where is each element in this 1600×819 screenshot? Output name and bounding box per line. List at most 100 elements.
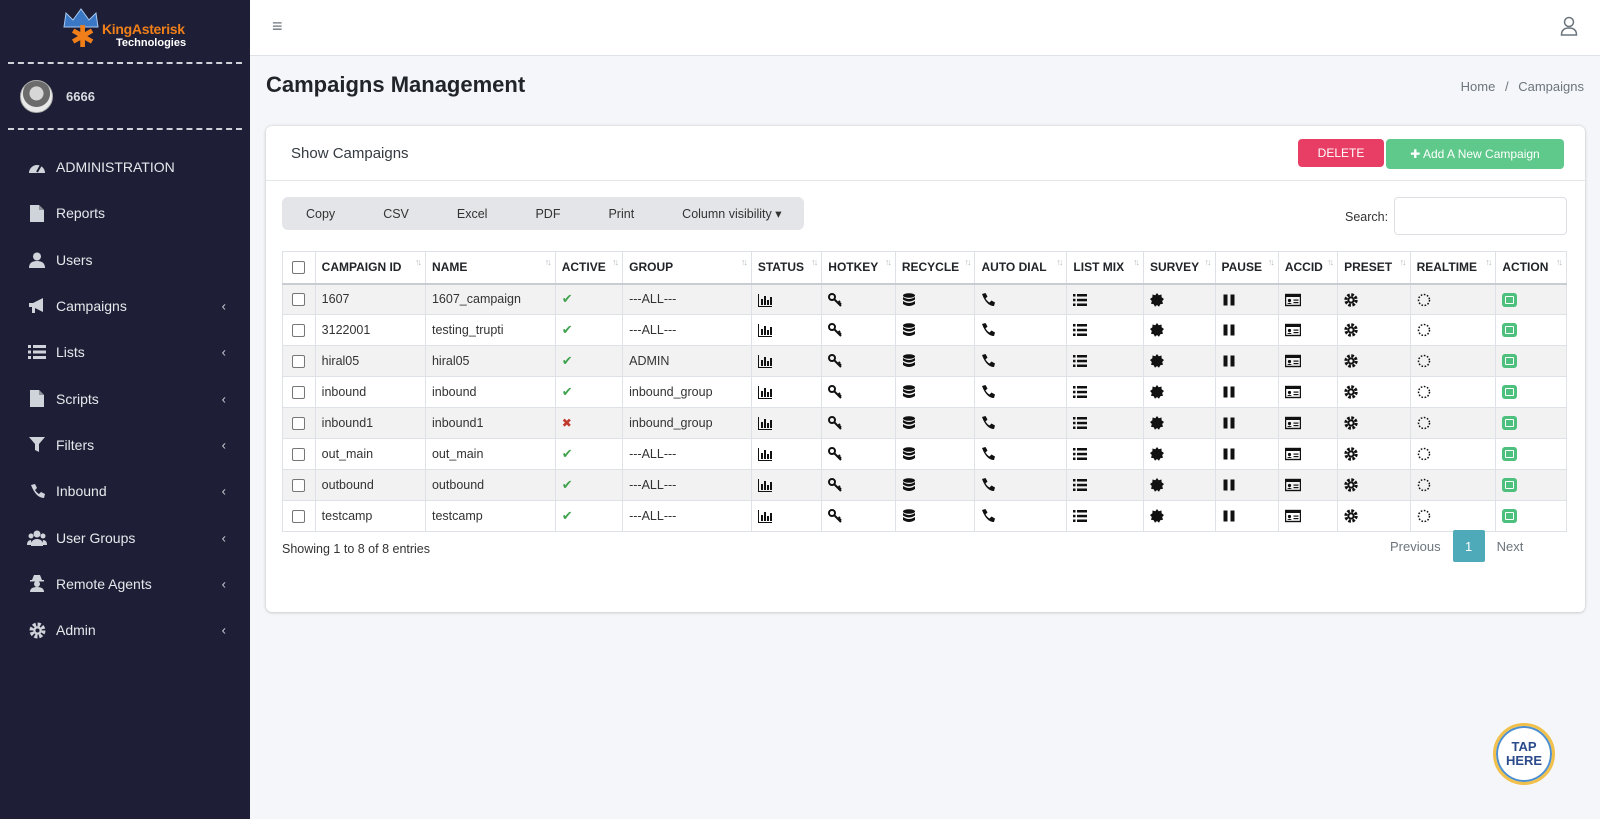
list-icon[interactable] — [1073, 323, 1088, 338]
column-header-accid[interactable]: ACCID ↑↓ — [1277, 251, 1339, 285]
spinner-icon[interactable] — [1417, 354, 1431, 369]
list-icon[interactable] — [1073, 509, 1088, 524]
hamburger-menu-icon[interactable]: ≡ — [272, 16, 283, 37]
spinner-icon[interactable] — [1417, 323, 1431, 338]
row-checkbox[interactable] — [292, 510, 306, 524]
gear-icon[interactable] — [1344, 292, 1358, 307]
spinner-icon[interactable] — [1417, 509, 1431, 524]
gear-icon[interactable] — [1344, 478, 1358, 493]
sort-icon[interactable]: ↑↓ — [1327, 257, 1334, 267]
column-header-preset[interactable]: PRESET ↑↓ — [1337, 251, 1411, 285]
id-card-icon[interactable] — [1284, 323, 1301, 338]
database-icon[interactable] — [902, 478, 916, 493]
avatar[interactable] — [20, 79, 53, 113]
database-icon[interactable] — [902, 509, 916, 524]
edit-icon[interactable] — [1502, 478, 1518, 493]
csv-button[interactable]: CSV — [359, 207, 433, 221]
sort-icon[interactable]: ↑↓ — [1133, 257, 1140, 267]
sidebar-item-reports[interactable]: Reports — [0, 190, 250, 236]
sidebar-item-remote-agents[interactable]: Remote Agents ‹ — [0, 561, 250, 607]
copy-button[interactable]: Copy — [282, 207, 359, 221]
phone-icon[interactable] — [981, 447, 996, 462]
pause-icon[interactable] — [1222, 509, 1236, 524]
row-checkbox[interactable] — [292, 355, 306, 369]
search-input[interactable] — [1394, 197, 1567, 235]
database-icon[interactable] — [902, 385, 916, 400]
row-checkbox[interactable] — [292, 293, 306, 307]
database-icon[interactable] — [902, 292, 916, 307]
delete-button[interactable]: DELETE — [1298, 139, 1384, 167]
pdf-button[interactable]: PDF — [511, 207, 584, 221]
gear-icon[interactable] — [1344, 385, 1358, 400]
sidebar-item-lists[interactable]: Lists ‹ — [0, 329, 250, 375]
bar-chart-icon[interactable] — [757, 478, 772, 493]
list-icon[interactable] — [1073, 447, 1088, 462]
phone-icon[interactable] — [981, 385, 996, 400]
row-checkbox[interactable] — [292, 386, 306, 400]
user-name[interactable]: 6666 — [66, 89, 95, 104]
phone-icon[interactable] — [981, 354, 996, 369]
pause-icon[interactable] — [1222, 385, 1236, 400]
edit-icon[interactable] — [1502, 323, 1518, 338]
edit-icon[interactable] — [1502, 354, 1518, 369]
key-icon[interactable] — [828, 354, 842, 369]
pause-icon[interactable] — [1222, 292, 1236, 307]
print-button[interactable]: Print — [584, 207, 658, 221]
edit-icon[interactable] — [1502, 385, 1518, 400]
survey-badge-icon[interactable] — [1150, 292, 1165, 307]
survey-badge-icon[interactable] — [1150, 478, 1165, 493]
database-icon[interactable] — [902, 323, 916, 338]
pause-icon[interactable] — [1222, 478, 1236, 493]
sort-icon[interactable]: ↑↓ — [1205, 257, 1212, 267]
bar-chart-icon[interactable] — [757, 385, 772, 400]
sort-icon[interactable]: ↑↓ — [811, 257, 818, 267]
pause-icon[interactable] — [1222, 447, 1236, 462]
key-icon[interactable] — [828, 447, 842, 462]
database-icon[interactable] — [902, 447, 916, 462]
sidebar-item-scripts[interactable]: Scripts ‹ — [0, 375, 250, 421]
key-icon[interactable] — [828, 292, 842, 307]
edit-icon[interactable] — [1502, 509, 1518, 524]
id-card-icon[interactable] — [1284, 354, 1301, 369]
survey-badge-icon[interactable] — [1150, 323, 1165, 338]
add-campaign-button[interactable]: ✚ Add A New Campaign — [1386, 139, 1564, 169]
sidebar-item-user-groups[interactable]: User Groups ‹ — [0, 514, 250, 560]
sidebar-item-users[interactable]: Users — [0, 237, 250, 283]
select-all-checkbox[interactable] — [292, 261, 306, 275]
column-header-hotkey[interactable]: HOTKEY ↑↓ — [821, 251, 896, 285]
list-icon[interactable] — [1073, 292, 1088, 307]
sort-icon[interactable]: ↑↓ — [1268, 257, 1275, 267]
sidebar-item-filters[interactable]: Filters ‹ — [0, 422, 250, 468]
survey-badge-icon[interactable] — [1150, 509, 1165, 524]
bar-chart-icon[interactable] — [757, 509, 772, 524]
spinner-icon[interactable] — [1417, 416, 1431, 431]
key-icon[interactable] — [828, 478, 842, 493]
phone-icon[interactable] — [981, 416, 996, 431]
edit-icon[interactable] — [1502, 416, 1518, 431]
gear-icon[interactable] — [1344, 447, 1358, 462]
gear-icon[interactable] — [1344, 509, 1358, 524]
previous-page-button[interactable]: Previous — [1378, 539, 1453, 554]
id-card-icon[interactable] — [1284, 447, 1301, 462]
bar-chart-icon[interactable] — [757, 292, 772, 307]
row-checkbox[interactable] — [292, 324, 306, 338]
column-header-name[interactable]: NAME ↑↓ — [424, 251, 556, 285]
edit-icon[interactable] — [1502, 292, 1518, 307]
phone-icon[interactable] — [981, 292, 996, 307]
page-1-button[interactable]: 1 — [1452, 530, 1485, 562]
sort-icon[interactable]: ↑↓ — [885, 257, 892, 267]
gear-icon[interactable] — [1344, 354, 1358, 369]
column-header-realtime[interactable]: REALTIME ↑↓ — [1409, 251, 1497, 285]
column-header-list-mix[interactable]: LIST MIX ↑↓ — [1066, 251, 1145, 285]
breadcrumb-home[interactable]: Home — [1461, 79, 1496, 94]
row-checkbox[interactable] — [292, 479, 306, 493]
bar-chart-icon[interactable] — [757, 323, 772, 338]
edit-icon[interactable] — [1502, 447, 1518, 462]
next-page-button[interactable]: Next — [1485, 539, 1536, 554]
sort-icon[interactable]: ↑↓ — [741, 257, 748, 267]
bar-chart-icon[interactable] — [757, 416, 772, 431]
column-visibility-dropdown[interactable]: Column visibility ▾ — [658, 206, 805, 221]
column-header-status[interactable]: STATUS ↑↓ — [750, 251, 823, 285]
sort-icon[interactable]: ↑↓ — [612, 257, 619, 267]
id-card-icon[interactable] — [1284, 385, 1301, 400]
